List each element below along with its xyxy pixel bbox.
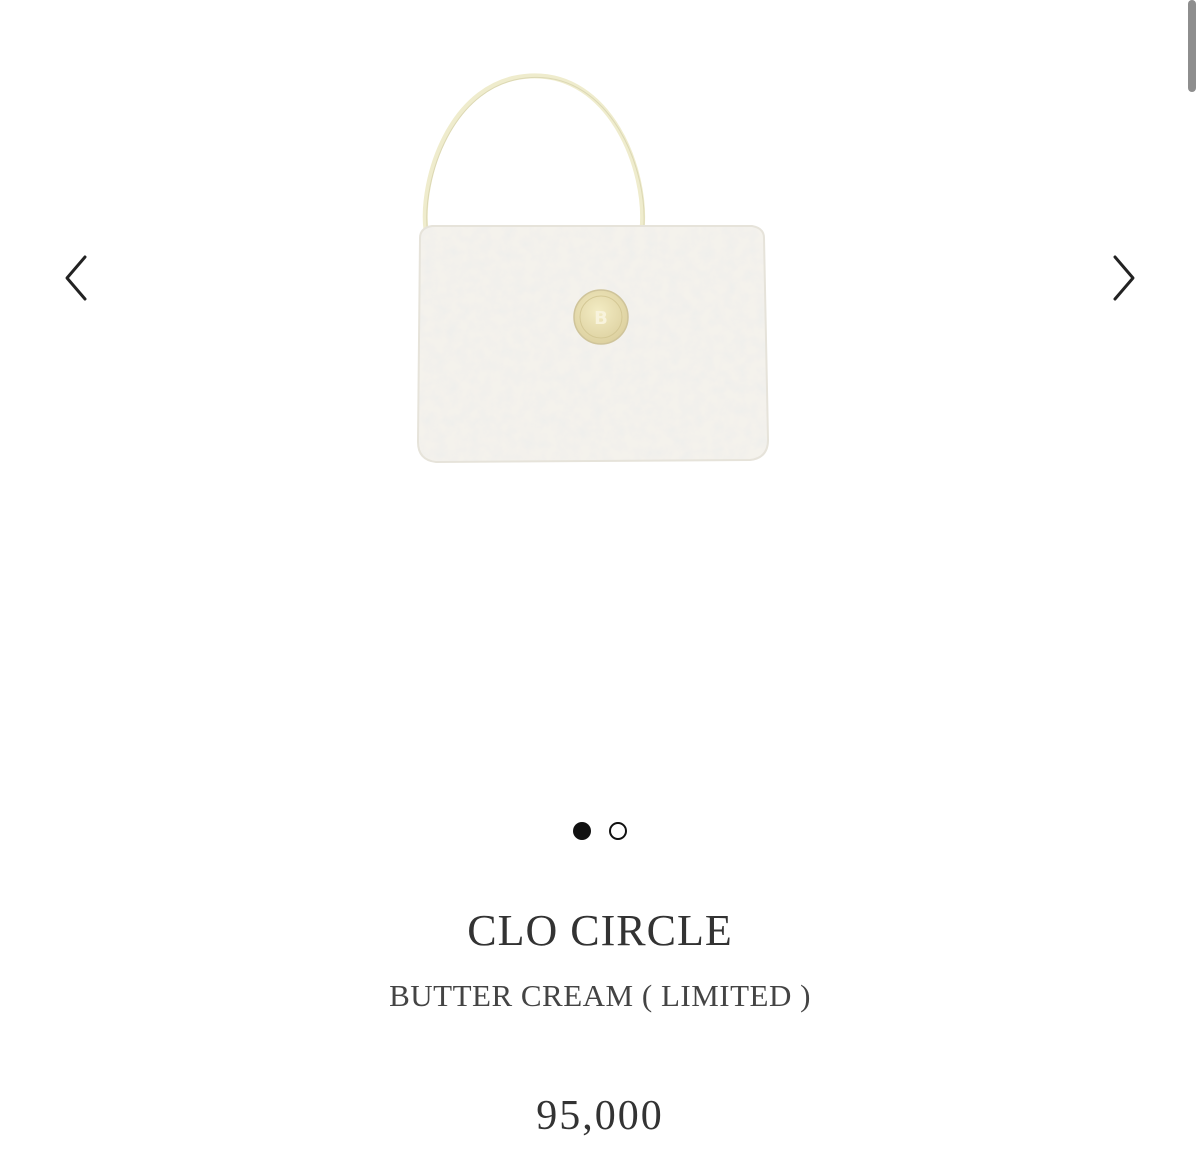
- product-gallery: B: [0, 0, 1200, 800]
- gallery-pagination: [0, 822, 1200, 840]
- svg-text:B: B: [594, 308, 608, 329]
- chevron-left-icon: [65, 255, 87, 301]
- gallery-prev-button[interactable]: [46, 248, 106, 308]
- product-variant: BUTTER CREAM ( LIMITED ): [389, 978, 811, 1013]
- product-image: B: [416, 73, 770, 464]
- gallery-next-button[interactable]: [1094, 248, 1154, 308]
- chevron-right-icon: [1113, 255, 1135, 301]
- product-price: 95,000: [536, 1093, 664, 1139]
- gallery-dot-1[interactable]: [573, 822, 591, 840]
- gallery-dot-2[interactable]: [609, 822, 627, 840]
- product-name: CLO CIRCLE: [467, 906, 733, 955]
